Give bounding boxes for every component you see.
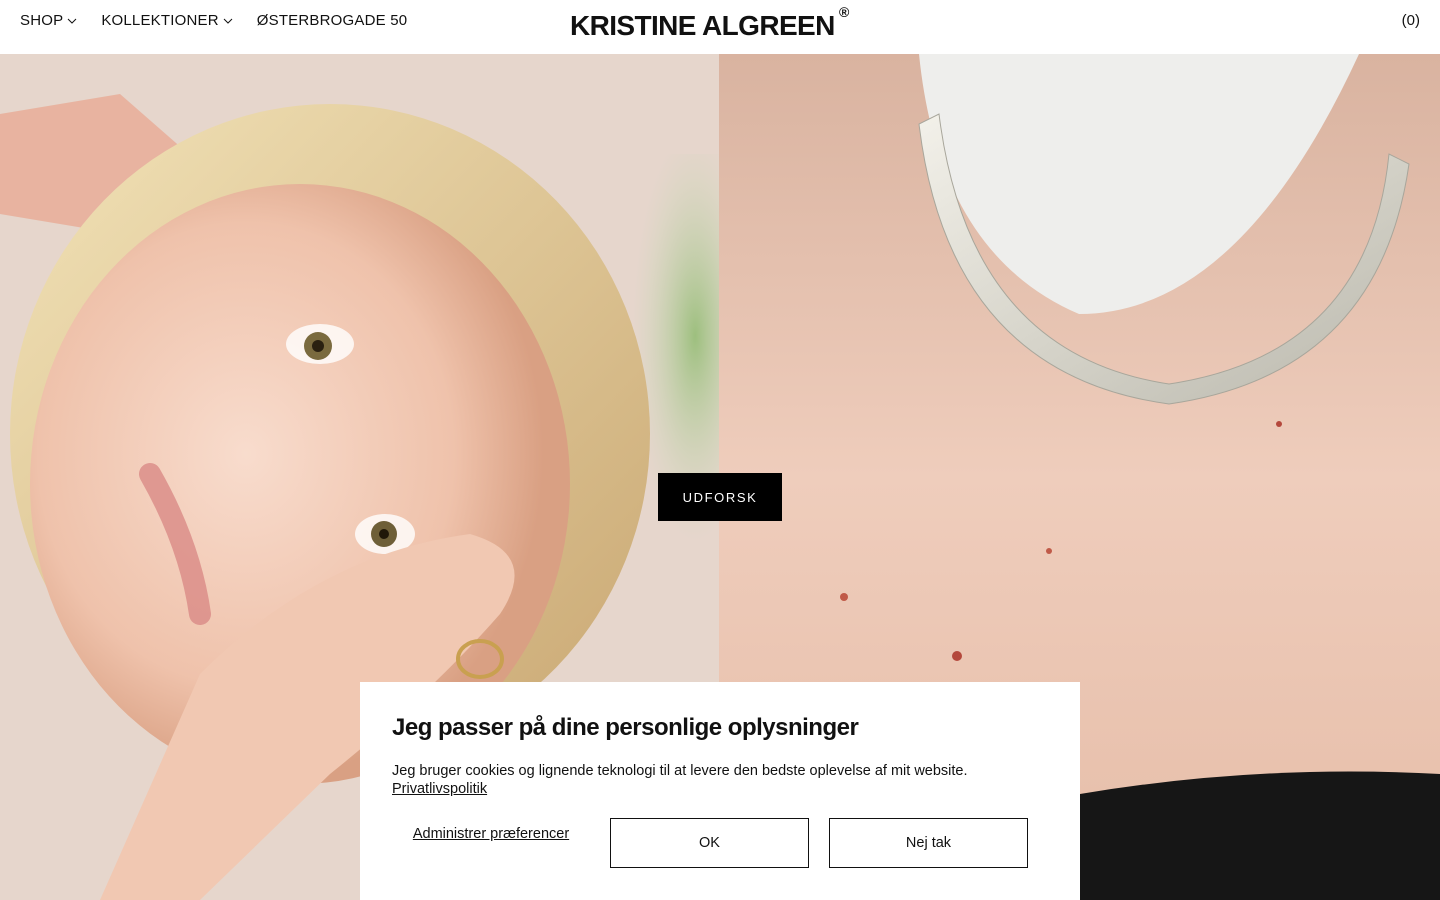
chevron-down-icon [223, 18, 233, 24]
brand-logo[interactable]: KRISTINE ALGREEN ® [570, 4, 849, 42]
decline-cookies-button[interactable]: Nej tak [829, 818, 1028, 868]
privacy-policy-link[interactable]: Privatlivspolitik [392, 780, 487, 798]
site-header: SHOP KOLLEKTIONER ØSTERBROGADE 50 KRISTI… [0, 0, 1440, 54]
main-nav: SHOP KOLLEKTIONER ØSTERBROGADE 50 [20, 12, 407, 29]
cookie-consent-dialog: Jeg passer på dine personlige oplysninge… [360, 682, 1080, 900]
nav-store-address[interactable]: ØSTERBROGADE 50 [257, 12, 408, 29]
accept-cookies-button[interactable]: OK [610, 818, 809, 868]
manage-preferences-button[interactable]: Administrer præferencer [392, 826, 590, 843]
cookie-description: Jeg bruger cookies og lignende teknologi… [392, 762, 1048, 798]
nav-shop[interactable]: SHOP [20, 12, 77, 29]
cart-link[interactable]: (0) [1402, 12, 1420, 29]
nav-kollektioner-label: KOLLEKTIONER [101, 12, 219, 29]
cookie-title: Jeg passer på dine personlige oplysninge… [392, 714, 859, 741]
cookie-actions: Administrer præferencer OK Nej tak [392, 818, 1048, 868]
chevron-down-icon [67, 18, 77, 24]
brand-logo-text: KRISTINE ALGREEN [570, 10, 835, 41]
cookie-description-text: Jeg bruger cookies og lignende teknologi… [392, 763, 968, 779]
nav-kollektioner[interactable]: KOLLEKTIONER [101, 12, 233, 29]
nav-shop-label: SHOP [20, 12, 64, 29]
registered-mark: ® [839, 4, 849, 20]
explore-button[interactable]: UDFORSK [658, 473, 782, 521]
nav-store-address-label: ØSTERBROGADE 50 [256, 12, 408, 29]
